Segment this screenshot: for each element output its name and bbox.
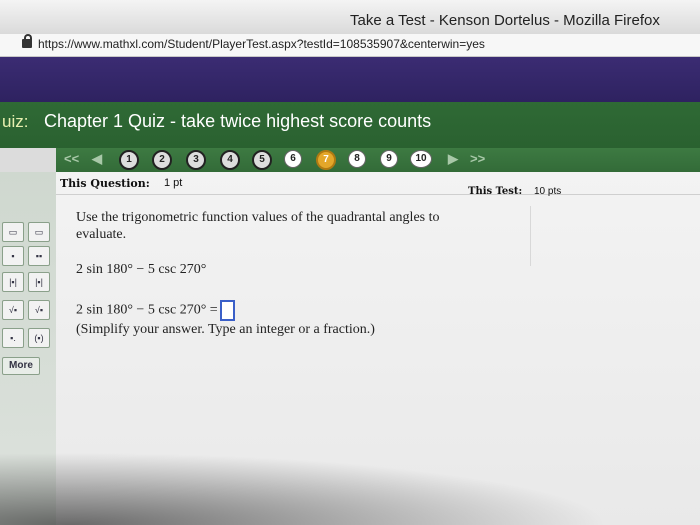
- question-1-button[interactable]: 1: [119, 150, 139, 170]
- info-bar: This Question: 1 pt This Test: 10 pts: [56, 172, 700, 197]
- fraction-tool-icon[interactable]: ▭: [2, 222, 24, 242]
- test-points: 10 pts: [534, 186, 562, 197]
- question-2-button[interactable]: 2: [152, 150, 172, 170]
- answer-row: 2 sin 180° − 5 csc 270° =: [76, 300, 235, 321]
- expression: 2 sin 180° − 5 csc 270°: [76, 262, 207, 277]
- quiz-title: Chapter 1 Quiz - take twice highest scor…: [44, 111, 432, 131]
- more-tools-button[interactable]: More: [2, 357, 40, 375]
- url-text[interactable]: https://www.mathxl.com/Student/PlayerTes…: [38, 37, 485, 51]
- question-4-button[interactable]: 4: [220, 150, 240, 170]
- ordered-pair-tool-icon[interactable]: (▪): [28, 328, 50, 348]
- site-banner: [0, 57, 700, 102]
- quiz-label: uiz:: [2, 112, 29, 131]
- first-question-arrow-icon[interactable]: <<: [64, 151, 79, 166]
- decimal-tool-icon[interactable]: ▪.: [2, 328, 24, 348]
- this-question-label: This Question:: [60, 177, 150, 190]
- question-6-button[interactable]: 6: [284, 150, 302, 168]
- question-instruction-continued: evaluate.: [76, 227, 127, 242]
- square-root-tool-icon[interactable]: √▪: [2, 300, 24, 320]
- fraction-tool-icon[interactable]: ▭: [28, 222, 50, 242]
- question-content: This Question: 1 pt This Test: 10 pts Us…: [56, 172, 700, 525]
- answer-prompt: 2 sin 180° − 5 csc 270° =: [76, 302, 218, 318]
- window-title: Take a Test - Kenson Dortelus - Mozilla …: [350, 12, 660, 29]
- matrix-tool-icon[interactable]: ▪▪: [28, 246, 50, 266]
- math-tools-panel: ▭ ▭ ▪ ▪▪ |▪| |▪| √▪ √▪ ▪. (▪) More: [0, 172, 56, 525]
- next-question-arrow-icon[interactable]: ▶: [448, 151, 458, 167]
- matrix-tool-icon[interactable]: ▪: [2, 246, 24, 266]
- question-instruction: Use the trigonometric function values of…: [76, 210, 440, 225]
- this-test-label: This Test:: [468, 186, 523, 197]
- nth-root-tool-icon[interactable]: √▪: [28, 300, 50, 320]
- question-9-button[interactable]: 9: [380, 150, 398, 168]
- answer-hint: (Simplify your answer. Type an integer o…: [76, 322, 375, 337]
- last-question-arrow-icon[interactable]: >>: [470, 151, 485, 166]
- question-10-button[interactable]: 10: [410, 150, 432, 168]
- question-3-button[interactable]: 3: [186, 150, 206, 170]
- answer-input[interactable]: [219, 300, 235, 321]
- question-8-button[interactable]: 8: [348, 150, 366, 168]
- divider: [530, 206, 531, 266]
- window-titlebar: Take a Test - Kenson Dortelus - Mozilla …: [0, 0, 700, 34]
- absolute-value-tool-icon[interactable]: |▪|: [2, 272, 24, 292]
- question-points: 1 pt: [164, 177, 183, 189]
- lock-icon: [22, 34, 32, 48]
- address-bar[interactable]: https://www.mathxl.com/Student/PlayerTes…: [0, 34, 700, 57]
- question-navigation: << ◀ 1 2 3 4 5 6 7 8 9 10 ▶ >>: [56, 148, 700, 172]
- absolute-value-tool-icon[interactable]: |▪|: [28, 272, 50, 292]
- quiz-header: uiz: Chapter 1 Quiz - take twice highest…: [0, 102, 700, 148]
- question-7-button[interactable]: 7: [316, 150, 336, 170]
- question-5-button[interactable]: 5: [252, 150, 272, 170]
- previous-question-arrow-icon[interactable]: ◀: [92, 151, 102, 167]
